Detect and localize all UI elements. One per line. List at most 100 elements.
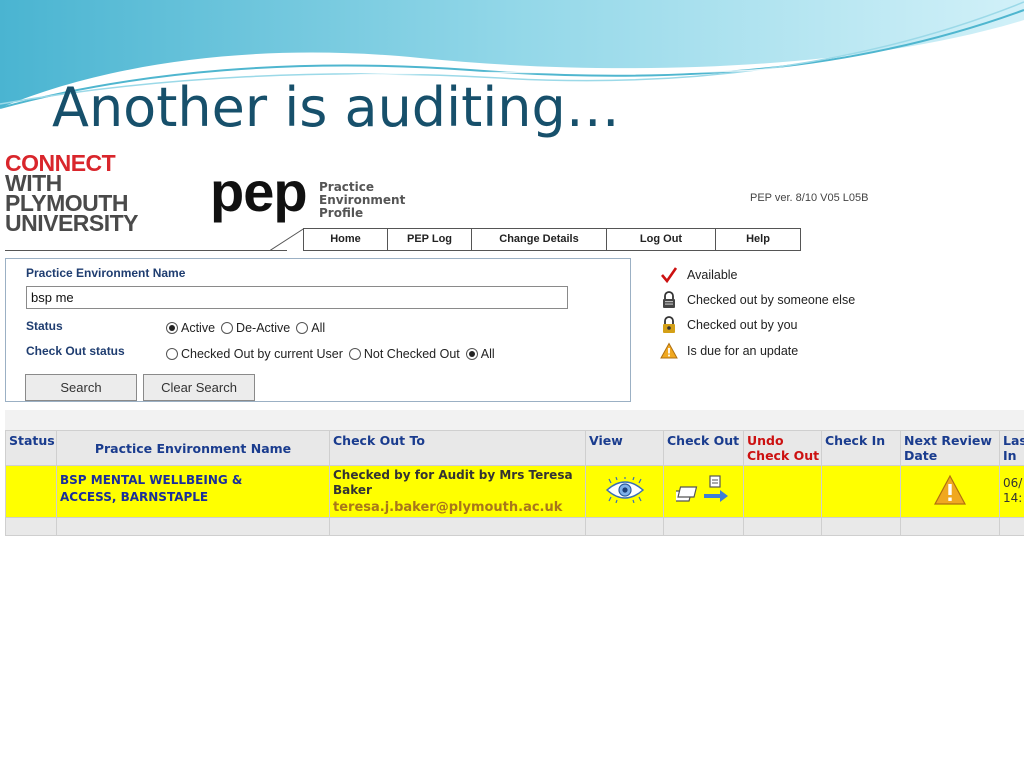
checkout-option-all[interactable]: All (465, 347, 495, 361)
header-line: Check Out (747, 448, 820, 463)
pep-logo: pep (210, 160, 308, 223)
lock-key-icon (663, 316, 675, 333)
table-row: BSP MENTAL WELLBEING & ACCESS, BARNSTAPLE… (5, 465, 1024, 518)
environment-name-input[interactable] (26, 286, 568, 309)
col-undo-check-out: Undo Check Out (743, 430, 822, 466)
col-check-out: Check Out (663, 430, 744, 466)
legend-checked-other: Checked out by someone else (660, 291, 855, 309)
col-environment-name[interactable]: Practice Environment Name (56, 430, 330, 466)
table-row (5, 517, 1024, 536)
table-header-row: Status Practice Environment Name Check O… (5, 430, 1024, 466)
row-check-out-to: Checked by for Audit by Mrs Teresa Baker t… (329, 465, 586, 518)
status-radio-group: Active De-Active All (166, 321, 331, 335)
col-next-review-date: Next Review Date (900, 430, 1000, 466)
col-status: Status (5, 430, 57, 466)
empty-cell (5, 517, 57, 536)
option-label: All (311, 321, 326, 335)
option-label: Active (181, 321, 216, 335)
pep-subtitle-line: Profile (319, 206, 364, 220)
clear-search-button[interactable]: Clear Search (143, 374, 255, 401)
nav-underline (5, 250, 287, 251)
legend-label: Checked out by someone else (687, 293, 856, 307)
plymouth-logo: CONNECT WITH PLYMOUTH UNIVERSITY (5, 152, 139, 236)
empty-cell (56, 517, 330, 536)
row-view-cell (585, 465, 664, 518)
nav-help[interactable]: Help (716, 229, 800, 250)
results-header-band (5, 410, 1024, 430)
legend-label: Checked out by you (687, 318, 798, 332)
radio[interactable] (348, 348, 361, 360)
cell-line: 06/ (1003, 476, 1023, 490)
row-last-in: 06/14: (999, 465, 1024, 518)
empty-cell (900, 517, 1000, 536)
row-environment-name[interactable]: BSP MENTAL WELLBEING & ACCESS, BARNSTAPLE (56, 465, 330, 518)
legend-checked-you: Checked out by you (660, 316, 798, 334)
status-label: Status (26, 319, 63, 333)
nav-home[interactable]: Home (304, 229, 388, 250)
option-label: Checked Out by current User (181, 347, 343, 361)
nav-log-out[interactable]: Log Out (607, 229, 716, 250)
cell-line: Baker (333, 483, 372, 497)
radio[interactable] (221, 322, 234, 334)
row-review-cell (900, 465, 1000, 518)
search-button[interactable]: Search (25, 374, 137, 401)
search-panel: Practice Environment Name Status Active … (5, 258, 631, 402)
checkout-option-not-checked[interactable]: Not Checked Out (348, 347, 460, 361)
header-line: Next Review (904, 433, 992, 448)
legend-available: Available (660, 266, 738, 284)
checkout-option-current-user[interactable]: Checked Out by current User (166, 347, 343, 361)
version-label: PEP ver. 8/10 V05 L05B (750, 192, 869, 204)
empty-cell (663, 517, 744, 536)
empty-cell (743, 517, 822, 536)
pep-logo-subtitle: Practice Environment Profile (319, 181, 405, 220)
col-check-in: Check In (821, 430, 901, 466)
cell-line: ACCESS, BARNSTAPLE (60, 490, 209, 504)
warning-icon (933, 474, 967, 505)
empty-cell (329, 517, 586, 536)
checkout-radio-group: Checked Out by current User Not Checked … (166, 347, 501, 361)
nav-slant-divider (270, 228, 306, 251)
status-option-active[interactable]: Active (166, 321, 215, 335)
cell-line: Checked by for Audit by Mrs Teresa (333, 468, 573, 482)
option-label: All (480, 347, 495, 361)
nav-pep-log[interactable]: PEP Log (388, 229, 472, 250)
col-last-in: LastIn (999, 430, 1024, 466)
col-view: View (585, 430, 664, 466)
legend-label: Is due for an update (687, 344, 799, 358)
name-label: Practice Environment Name (26, 266, 186, 280)
radio-selected[interactable] (166, 322, 178, 334)
nav-change-details[interactable]: Change Details (472, 229, 607, 250)
checkout-files-icon[interactable] (671, 473, 732, 507)
option-label: De-Active (236, 321, 291, 335)
warning-icon (660, 342, 678, 359)
logo-line: UNIVERSITY (5, 210, 139, 236)
empty-cell (999, 517, 1024, 536)
header-line: In (1003, 448, 1017, 463)
auditor-email[interactable]: teresa.j.baker@plymouth.ac.uk (333, 500, 582, 515)
status-option-deactive[interactable]: De-Active (221, 321, 290, 335)
col-check-out-to: Check Out To (329, 430, 586, 466)
empty-cell (821, 517, 901, 536)
legend-label: Available (687, 268, 738, 282)
radio[interactable] (166, 348, 178, 360)
lock-icon (663, 291, 675, 308)
cell-line: 14: (1003, 491, 1023, 505)
results-table: Status Practice Environment Name Check O… (5, 430, 1024, 536)
eye-icon[interactable] (605, 476, 645, 504)
header-line: Undo (747, 433, 784, 448)
cell-line: BSP MENTAL WELLBEING & (60, 473, 243, 487)
row-checkin-cell (821, 465, 901, 518)
status-option-all[interactable]: All (296, 321, 325, 335)
checkout-status-label: Check Out status (26, 344, 125, 358)
row-checkout-cell (663, 465, 744, 518)
radio[interactable] (296, 322, 309, 334)
header-line: Last (1003, 433, 1024, 448)
slide-title: Another is auditing… (52, 76, 620, 139)
legend-due-update: Is due for an update (660, 342, 798, 360)
empty-cell (585, 517, 664, 536)
radio-selected[interactable] (465, 348, 478, 360)
row-status-cell (5, 465, 57, 518)
main-nav: Home PEP Log Change Details Log Out Help (303, 228, 801, 251)
checkmark-icon (661, 267, 678, 284)
header-line: Date (904, 448, 938, 463)
